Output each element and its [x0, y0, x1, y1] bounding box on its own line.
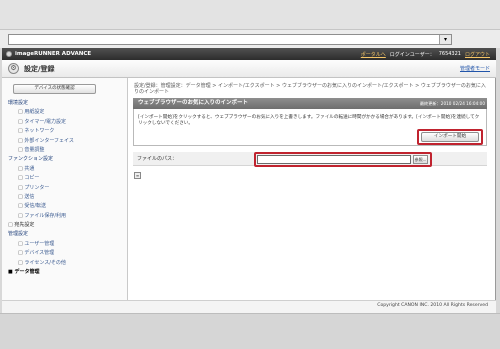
- sidebar-item-13[interactable]: 宛先設定: [8, 221, 126, 230]
- topbar-right: ポータルへ ログインユーザー： 7654321 ログアウト: [361, 50, 490, 58]
- collapse-icon[interactable]: ≡: [134, 172, 141, 179]
- sidebar-item-8[interactable]: コピー: [8, 174, 126, 183]
- sidebar-item-9[interactable]: プリンター: [8, 184, 126, 193]
- copyright: Copyright CANON INC. 2010 All Rights Res…: [377, 303, 488, 308]
- last-updated: 最終更新：2010 02/24 16:04:00: [419, 101, 485, 106]
- sidebar-item-5[interactable]: 音量調整: [8, 146, 126, 155]
- sidebar-item-0[interactable]: 環境設定: [8, 99, 126, 108]
- sidebar-item-10[interactable]: 送信: [8, 193, 126, 202]
- sidebar-item-15[interactable]: ユーザー管理: [8, 240, 126, 249]
- sidebar-item-2[interactable]: タイマー/電力設定: [8, 118, 126, 127]
- login-user: 7654321: [438, 51, 461, 57]
- address-input[interactable]: [8, 34, 452, 45]
- sidebar-item-4[interactable]: 外部インターフェイス: [8, 137, 126, 146]
- device-status-button[interactable]: デバイスの状態確認: [13, 84, 96, 94]
- sidebar-item-1[interactable]: 用紙設定: [8, 108, 126, 117]
- panel-description: [インポート開始]をクリックすると、ウェブブラウザーのお気に入りを上書きします。…: [138, 115, 480, 126]
- sidebar-item-3[interactable]: ネットワーク: [8, 127, 126, 136]
- login-user-label: ログインユーザー：: [389, 51, 435, 58]
- sidebar-item-12[interactable]: ファイル保存/利用: [8, 212, 126, 221]
- browser-toolbar: [0, 0, 500, 30]
- logout-link[interactable]: ログアウト: [465, 51, 490, 58]
- sidebar-item-6[interactable]: ファンクション設定: [8, 155, 126, 164]
- breadcrumb: 設定/登録：管理設定：データ管理 > インポート/エクスポート > ウェブブラウ…: [134, 83, 486, 95]
- status-area: [0, 313, 500, 349]
- page-title: 設定/登録: [24, 65, 55, 73]
- brand-logo-icon: [6, 51, 12, 57]
- sidebar-item-11[interactable]: 受信/転送: [8, 202, 126, 211]
- import-start-button[interactable]: インポート開始: [421, 132, 479, 142]
- settings-icon: ⚙: [8, 63, 19, 74]
- manager-mode-link[interactable]: 管理者モード: [460, 65, 490, 72]
- page-header: [2, 60, 496, 78]
- file-path-input[interactable]: [257, 155, 411, 164]
- brand-name: imageRUNNER ADVANCE: [15, 51, 92, 57]
- browse-button[interactable]: 参照...: [413, 155, 428, 164]
- brand: imageRUNNER ADVANCE: [6, 50, 91, 58]
- sidebar-menu: 環境設定用紙設定タイマー/電力設定ネットワーク外部インターフェイス音量調整ファン…: [8, 99, 126, 277]
- portal-link[interactable]: ポータルへ: [361, 51, 386, 58]
- address-dropdown-icon[interactable]: ▾: [439, 35, 451, 44]
- sidebar-item-16[interactable]: デバイス管理: [8, 249, 126, 258]
- file-path-label: ファイルのパス：: [137, 156, 178, 162]
- sidebar-item-17[interactable]: ライセンス/その他: [8, 259, 126, 268]
- sidebar-item-7[interactable]: 共通: [8, 165, 126, 174]
- sidebar-item-18[interactable]: データ管理: [8, 268, 126, 277]
- sidebar-item-14[interactable]: 管理設定: [8, 230, 126, 239]
